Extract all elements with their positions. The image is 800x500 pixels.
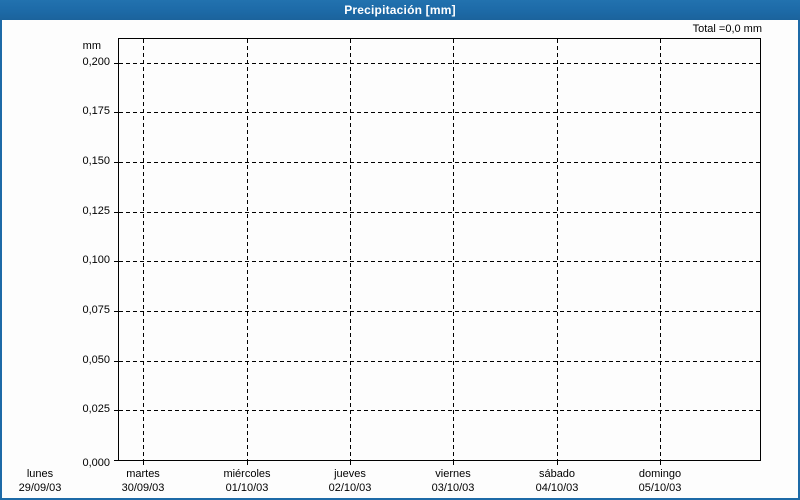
y-grid-line — [119, 261, 760, 262]
y-tick-mark — [114, 261, 119, 262]
x-grid-line — [660, 39, 661, 460]
y-grid-line — [119, 63, 760, 64]
x-category-label: jueves 02/10/03 — [298, 467, 402, 495]
x-category-label: miércoles 01/10/03 — [195, 467, 299, 495]
y-tick-label: 0,050 — [82, 354, 110, 366]
x-category-label: martes 30/09/03 — [91, 467, 195, 495]
x-day-label: viernes — [435, 468, 471, 480]
y-tick-mark — [114, 162, 119, 163]
y-axis-unit-label: mm — [82, 40, 101, 52]
x-category-label: sábado 04/10/03 — [505, 467, 609, 495]
x-date-label: 02/10/03 — [328, 482, 372, 494]
x-category-label: domingo 05/10/03 — [608, 467, 712, 495]
x-tick-mark — [350, 460, 351, 465]
chart-window: Precipitación [mm] Total =0,0 mm mm 0,00… — [0, 0, 800, 500]
total-label: Total =0,0 mm — [692, 23, 762, 35]
x-date-label: 03/10/03 — [431, 482, 475, 494]
y-tick-mark — [114, 212, 119, 213]
x-grid-line — [143, 39, 144, 460]
x-day-label: lunes — [26, 468, 54, 480]
x-tick-mark — [143, 460, 144, 465]
x-grid-line — [350, 39, 351, 460]
x-tick-mark — [557, 460, 558, 465]
x-date-label: 04/10/03 — [535, 482, 579, 494]
x-day-label: domingo — [638, 468, 682, 480]
y-tick-mark — [114, 112, 119, 113]
x-grid-line — [557, 39, 558, 460]
y-grid-line — [119, 311, 760, 312]
x-grid-line — [453, 39, 454, 460]
x-tick-mark — [453, 460, 454, 465]
y-tick-mark — [114, 410, 119, 411]
y-tick-label: 0,075 — [82, 304, 110, 316]
x-category-label: viernes 03/10/03 — [401, 467, 505, 495]
x-day-label: martes — [126, 468, 160, 480]
y-tick-label: 0,150 — [82, 155, 110, 167]
y-tick-mark — [114, 311, 119, 312]
x-grid-line — [247, 39, 248, 460]
y-grid-line — [119, 112, 760, 113]
chart-title: Precipitación [mm] — [344, 3, 456, 17]
y-tick-mark — [114, 63, 119, 64]
x-tick-mark — [247, 460, 248, 465]
y-grid-line — [119, 361, 760, 362]
x-date-label: 01/10/03 — [225, 482, 269, 494]
y-tick-mark — [114, 460, 119, 461]
y-grid-line — [119, 212, 760, 213]
y-tick-label: 0,100 — [82, 254, 110, 266]
x-date-label: 29/09/03 — [18, 482, 62, 494]
x-category-label: lunes 29/09/03 — [0, 467, 92, 495]
y-tick-mark — [114, 361, 119, 362]
y-tick-label: 0,025 — [82, 403, 110, 415]
y-tick-label: 0,125 — [82, 205, 110, 217]
x-date-label: 30/09/03 — [121, 482, 165, 494]
y-tick-label: 0,175 — [82, 105, 110, 117]
title-bar: Precipitación [mm] — [0, 0, 800, 20]
x-tick-mark — [660, 460, 661, 465]
x-day-label: miércoles — [223, 468, 271, 480]
y-grid-line — [119, 410, 760, 411]
x-date-label: 05/10/03 — [638, 482, 682, 494]
x-day-label: sábado — [538, 468, 576, 480]
plot-area — [118, 38, 761, 461]
y-tick-label: 0,200 — [82, 56, 110, 68]
y-grid-line — [119, 162, 760, 163]
x-day-label: jueves — [334, 468, 366, 480]
